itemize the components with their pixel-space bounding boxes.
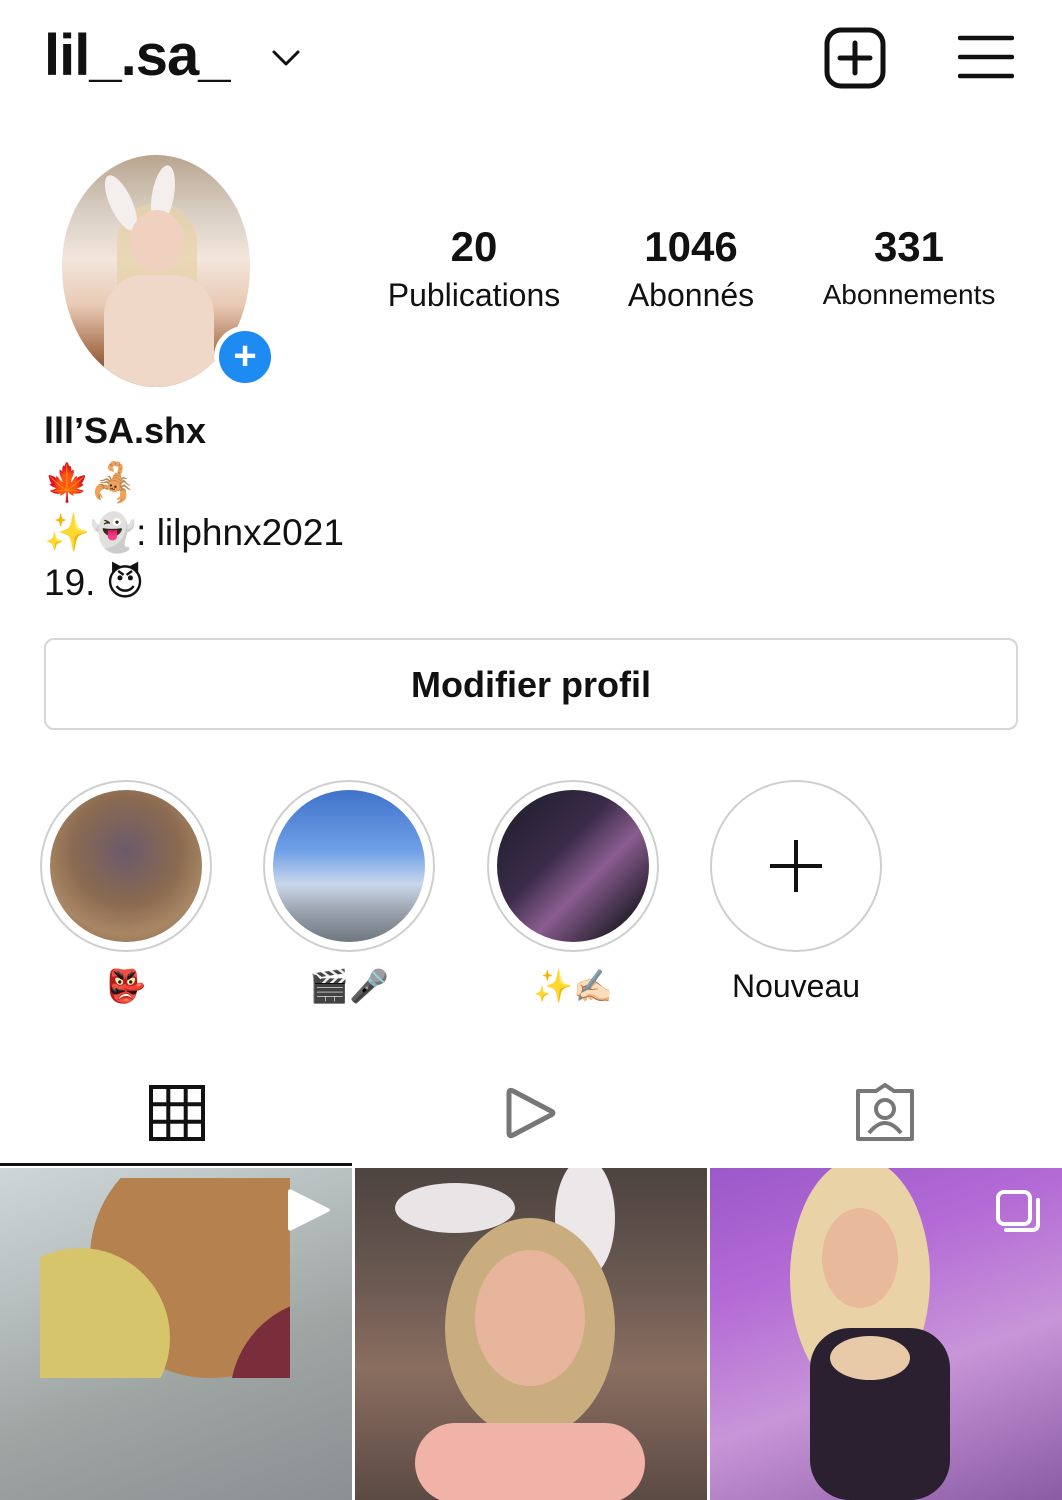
highlight-ring [710, 780, 882, 952]
chevron-down-icon[interactable] [270, 42, 302, 74]
tab-reels[interactable] [354, 1060, 708, 1166]
highlight-ring [40, 780, 212, 952]
highlight-label: 👺 [106, 968, 146, 1004]
highlight-item[interactable]: ✨✍🏻 [485, 780, 661, 1006]
account-username[interactable]: lil_.sa_ [44, 22, 230, 89]
bio-line-3: 19. 😈 [44, 562, 145, 603]
menu-icon[interactable] [958, 34, 1014, 80]
post-image [40, 1178, 290, 1378]
highlight-thumbnail [50, 790, 202, 942]
highlight-item[interactable]: 👺 [38, 780, 214, 1006]
followers-count: 1046 [644, 223, 738, 270]
new-highlight-button[interactable]: Nouveau [708, 780, 884, 1006]
reels-icon [506, 1087, 556, 1139]
display-name: lll’SA.shx [44, 410, 207, 451]
profile-header: lil_.sa_ [0, 0, 1062, 120]
plus-icon [770, 840, 822, 892]
post-thumbnail[interactable] [0, 1168, 352, 1500]
tab-grid[interactable] [0, 1060, 354, 1166]
bio-line-1: 🍁🦂 [44, 462, 137, 503]
tagged-icon [856, 1083, 914, 1141]
tab-tagged[interactable] [708, 1060, 1062, 1166]
new-post-icon[interactable] [824, 27, 886, 89]
highlight-thumbnail [497, 790, 649, 942]
post-thumbnail[interactable] [355, 1168, 707, 1500]
reel-icon [288, 1189, 330, 1231]
highlight-label: Nouveau [731, 968, 861, 1004]
followers-label: Abonnés [627, 277, 755, 313]
profile-tabs [0, 1060, 1062, 1166]
posts-stat[interactable]: 20 Publications [364, 222, 584, 318]
following-stat[interactable]: 331 Abonnements [806, 222, 1012, 318]
highlight-ring [487, 780, 659, 952]
post-image [395, 1168, 645, 1500]
grid-icon [149, 1085, 205, 1141]
post-thumbnail[interactable] [710, 1168, 1062, 1500]
highlight-ring [263, 780, 435, 952]
posts-label: Publications [387, 277, 561, 313]
highlight-label: ✨✍🏻 [533, 968, 613, 1004]
followers-stat[interactable]: 1046 Abonnés [600, 222, 782, 318]
active-tab-indicator [0, 1163, 352, 1166]
highlight-thumbnail [720, 790, 872, 942]
following-label: Abonnements [822, 279, 996, 310]
highlight-label: 🎬🎤 [309, 968, 389, 1004]
add-story-button[interactable]: + [214, 326, 276, 388]
bio-line-2[interactable]: ✨👻: lilphnx2021 [44, 510, 344, 556]
following-count: 331 [873, 223, 945, 270]
edit-profile-button[interactable]: Modifier profil [44, 638, 1018, 730]
highlight-thumbnail [273, 790, 425, 942]
highlight-item[interactable]: 🎬🎤 [261, 780, 437, 1006]
posts-count: 20 [450, 223, 498, 270]
carousel-icon [996, 1190, 1040, 1232]
